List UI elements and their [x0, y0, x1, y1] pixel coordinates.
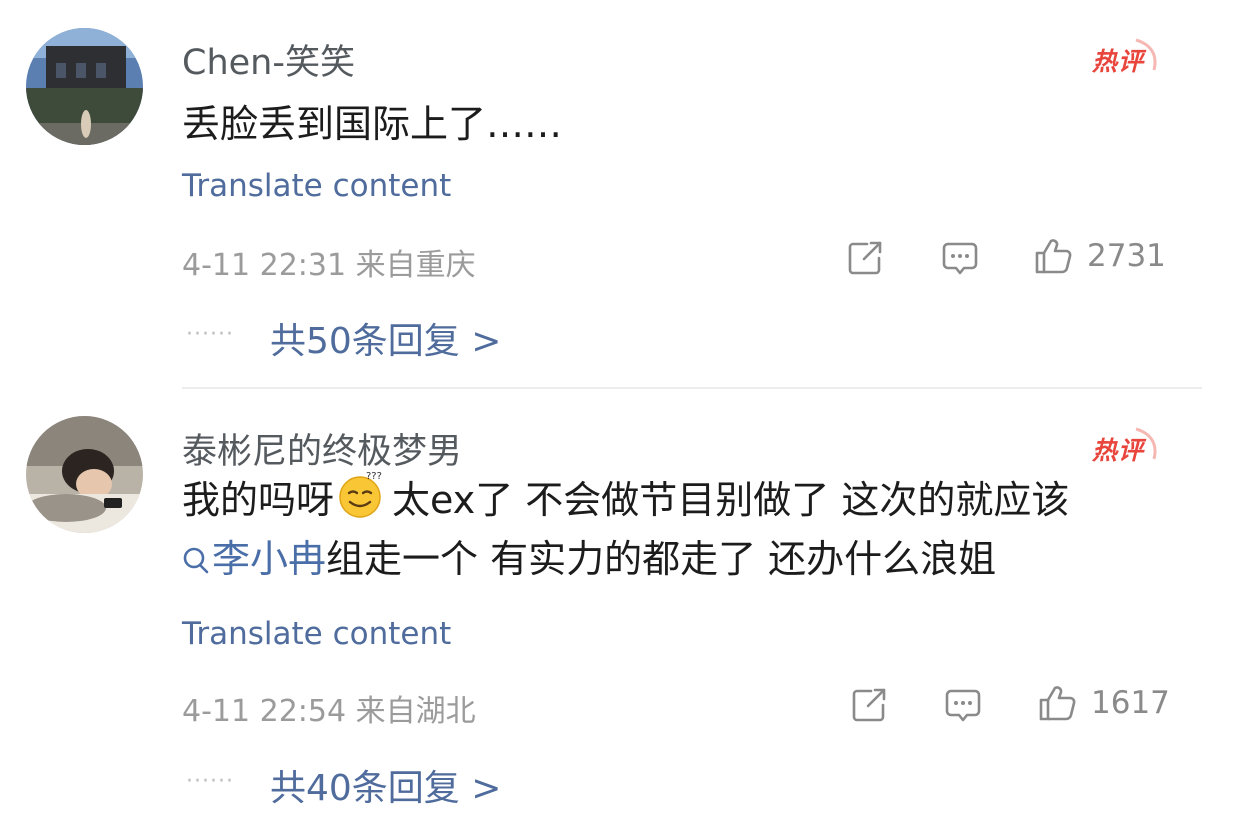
- like-count: 2731: [1087, 238, 1166, 274]
- like-button[interactable]: 1617: [1037, 683, 1170, 723]
- thumbs-up-icon: [1035, 239, 1072, 274]
- view-replies-link[interactable]: 共50条回复 >: [270, 312, 501, 364]
- ellipsis-icon: ······: [186, 322, 234, 347]
- share-button[interactable]: [845, 238, 885, 278]
- avatar[interactable]: [26, 416, 143, 533]
- like-count: 1617: [1091, 685, 1170, 721]
- reply-button[interactable]: [943, 685, 983, 725]
- avatar[interactable]: [26, 28, 143, 145]
- svg-text:???: ???: [366, 471, 382, 482]
- translate-link[interactable]: Translate content: [182, 168, 451, 204]
- share-button[interactable]: [849, 685, 889, 725]
- share-icon: [848, 241, 882, 275]
- reply-button[interactable]: [940, 238, 980, 278]
- comment-item: 泰彬尼的终极梦男 热评 我的吗呀 ??? 太ex了 不会做节目别做了 这次的就应…: [0, 389, 1242, 814]
- share-icon: [852, 688, 886, 722]
- comment-item: Chen-笑笑 热评 丢脸丢到国际上了…… Translate content …: [0, 0, 1242, 388]
- confused-smile-emoji: ???: [339, 471, 382, 518]
- ellipsis-icon: ······: [186, 769, 234, 794]
- translate-link[interactable]: Translate content: [182, 616, 451, 652]
- username[interactable]: Chen-笑笑: [182, 34, 355, 85]
- hot-comment-badge: 热评: [1088, 425, 1162, 467]
- search-icon: [183, 547, 209, 574]
- mention-link[interactable]: 李小冉: [182, 537, 326, 581]
- view-replies-link[interactable]: 共40条回复 >: [270, 759, 501, 811]
- comment-meta: 4-11 22:31 来自重庆: [182, 248, 476, 283]
- comment-text: 丢脸丢到国际上了……: [182, 102, 563, 146]
- thumbs-up-icon: [1039, 686, 1076, 721]
- comment-meta: 4-11 22:54 来自湖北: [182, 694, 476, 729]
- comment-icon: [942, 242, 978, 275]
- username[interactable]: 泰彬尼的终极梦男: [182, 423, 462, 474]
- comment-text: 我的吗呀 ??? 太ex了 不会做节目别做了 这次的就应该 李小冉组走一个 有实…: [182, 471, 1070, 581]
- like-button[interactable]: 2731: [1033, 236, 1166, 276]
- hot-comment-badge: 热评: [1088, 36, 1162, 78]
- comment-icon: [945, 689, 981, 722]
